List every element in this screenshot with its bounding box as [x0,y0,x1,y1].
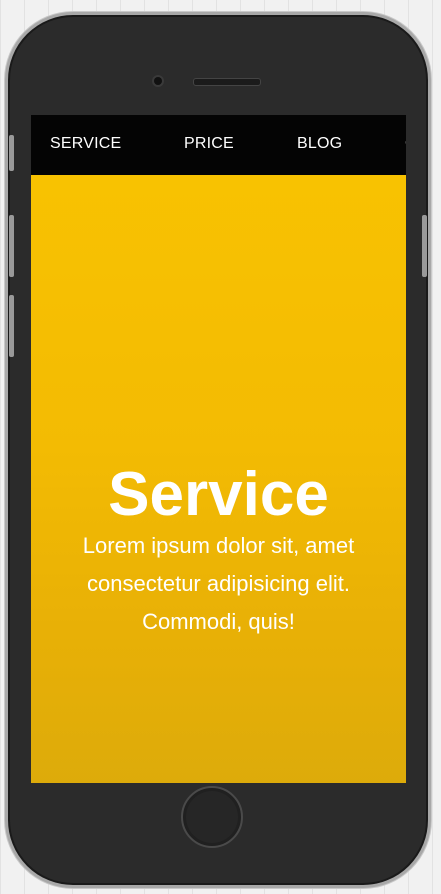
nav-item-price[interactable]: PRICE [184,115,234,175]
home-button[interactable] [181,786,243,848]
volume-up-button [9,215,14,277]
nav-item-contact[interactable]: C [405,115,406,175]
hero-description: Lorem ipsum dolor sit, amet consectetur … [82,533,355,634]
navbar: SERVICE PRICE BLOG C [31,115,406,175]
nav-item-blog[interactable]: BLOG [297,115,342,175]
hero-title: Service [108,459,329,529]
mute-switch [9,135,14,171]
nav-item-service[interactable]: SERVICE [50,115,121,175]
volume-down-button [9,295,14,357]
front-camera [154,77,162,85]
power-button [422,215,427,277]
earpiece-speaker [193,78,261,86]
hero-section: Service Lorem ipsum dolor sit, amet cons… [31,175,406,783]
phone-screen: SERVICE PRICE BLOG C Service Lorem ipsum… [31,115,406,783]
